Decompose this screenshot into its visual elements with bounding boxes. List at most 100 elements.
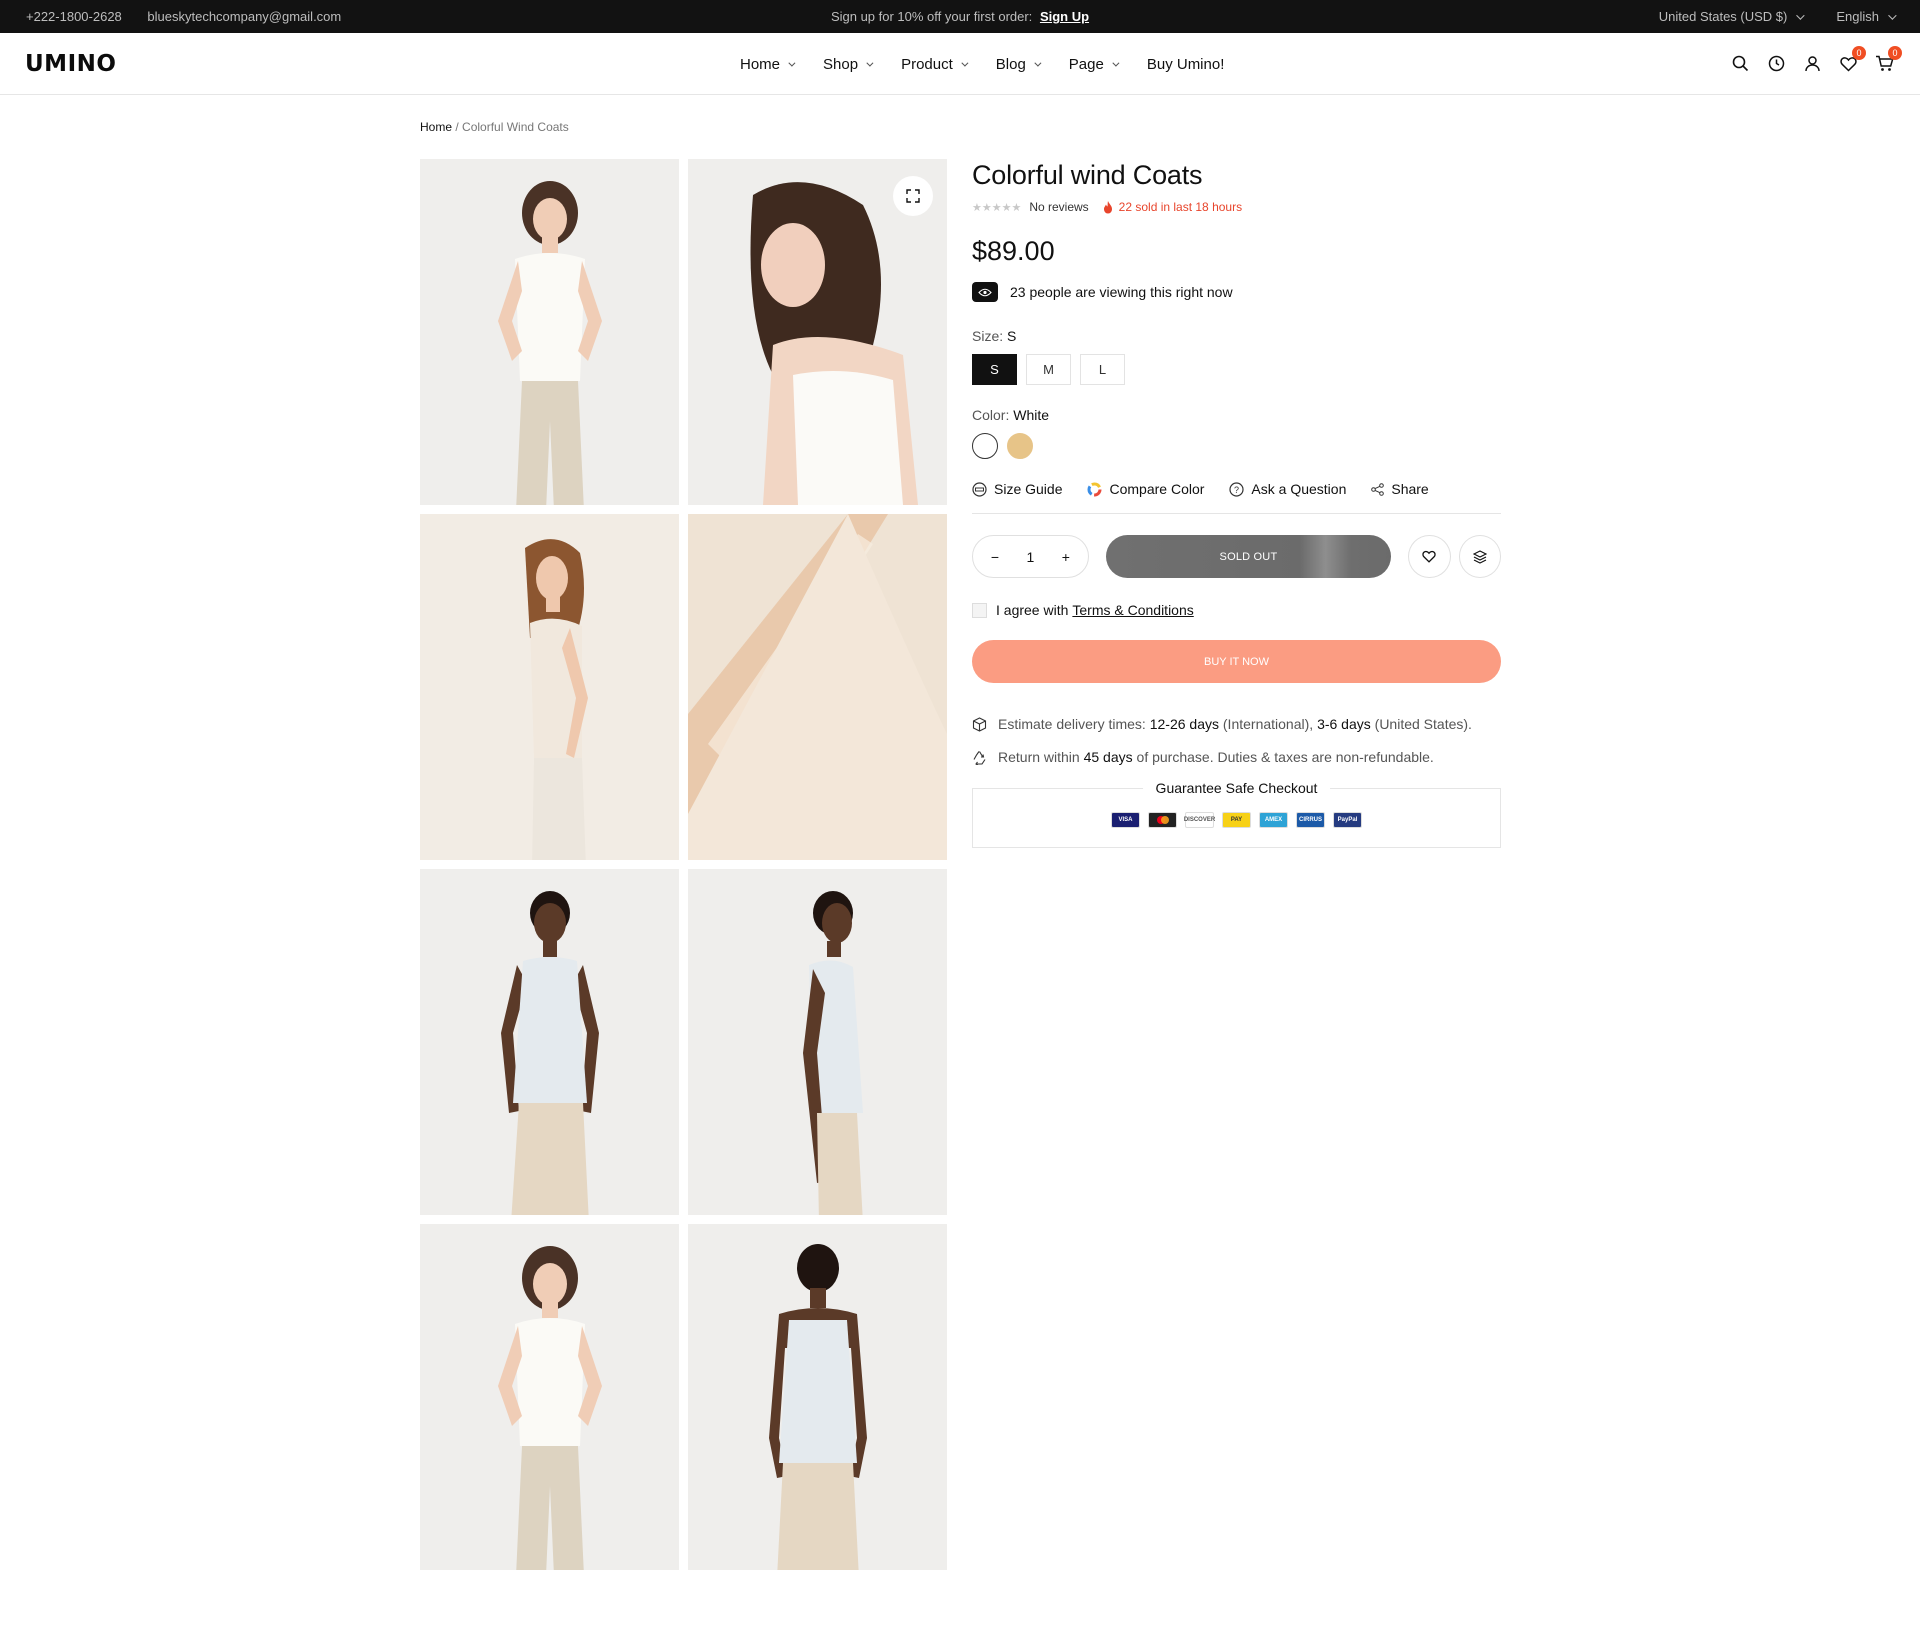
agree-text: I agree with Terms & Conditions xyxy=(996,602,1194,618)
product-image-model-2-front[interactable] xyxy=(420,869,679,1215)
size-guide-label: Size Guide xyxy=(994,481,1063,497)
breadcrumb-current: Colorful Wind Coats xyxy=(462,120,569,134)
product-image-front-alt[interactable] xyxy=(420,1224,679,1570)
product-tools: Size Guide Compare Color ? Ask a Questio… xyxy=(972,481,1501,514)
nav-item-label: Shop xyxy=(823,55,859,73)
add-to-compare-button[interactable] xyxy=(1458,535,1501,578)
compare-color-link[interactable]: Compare Color xyxy=(1087,481,1204,497)
nav-item-label: Product xyxy=(901,55,953,73)
promo-text: Sign up for 10% off your first order: xyxy=(830,9,1033,24)
nav-item-blog[interactable]: Blog xyxy=(995,55,1042,73)
fire-icon xyxy=(1103,200,1112,213)
safe-checkout-label: Guarantee Safe Checkout xyxy=(1142,780,1331,796)
question-icon: ? xyxy=(1229,481,1245,497)
chevron-down-icon xyxy=(788,59,796,67)
product-image-lace-detail[interactable] xyxy=(688,514,947,860)
main-navigation: Home Shop Product Blog Page Buy Umino! xyxy=(740,33,1254,95)
rating-stars-icon[interactable]: ★★★★★ xyxy=(972,201,1021,214)
site-logo[interactable]: UMINO xyxy=(25,51,116,77)
size-option-l[interactable]: L xyxy=(1080,354,1125,385)
nav-item-page[interactable]: Page xyxy=(1068,55,1120,73)
zoom-expand-icon[interactable] xyxy=(893,176,933,216)
account-icon[interactable] xyxy=(1801,53,1823,75)
nav-item-label: Home xyxy=(740,55,781,73)
color-options xyxy=(972,433,1501,459)
wishlist-heart-icon[interactable]: 0 xyxy=(1837,45,1866,75)
terms-checkbox[interactable] xyxy=(972,602,987,618)
currency-label: United States (USD $) xyxy=(1658,9,1788,24)
cart-icon[interactable]: 0 xyxy=(1873,45,1902,75)
add-to-wishlist-button[interactable] xyxy=(1408,535,1451,578)
nav-item-product[interactable]: Product xyxy=(901,55,969,73)
site-header: UMINO Home Shop Product Blog Page Buy Um… xyxy=(0,33,1920,95)
size-guide-link[interactable]: Size Guide xyxy=(972,481,1062,497)
share-icon xyxy=(1371,482,1385,496)
size-selector: Size: S S M L xyxy=(972,328,1501,385)
nav-item-label: Blog xyxy=(995,55,1026,73)
color-swatch-beige[interactable] xyxy=(1007,433,1033,459)
decrease-quantity-button[interactable]: − xyxy=(987,549,1003,565)
share-link[interactable]: Share xyxy=(1371,481,1429,497)
eye-icon xyxy=(972,282,998,302)
nav-item-home[interactable]: Home xyxy=(740,55,796,73)
quantity-stepper: − 1 + xyxy=(972,535,1089,578)
delivery-text: Estimate delivery times: 12-26 days (Int… xyxy=(998,708,1472,741)
chevron-down-icon xyxy=(1796,10,1806,20)
quantity-value[interactable]: 1 xyxy=(1022,549,1038,565)
product-image-side[interactable] xyxy=(420,514,679,860)
reviews-count[interactable]: No reviews xyxy=(1029,200,1088,214)
buy-it-now-button[interactable]: BUY IT NOW xyxy=(972,640,1501,683)
ask-question-label: Ask a Question xyxy=(1251,481,1347,497)
increase-quantity-button[interactable]: + xyxy=(1058,549,1074,565)
color-swatch-white[interactable] xyxy=(972,433,998,459)
chevron-down-icon xyxy=(1888,10,1897,20)
sign-up-link[interactable]: Sign Up xyxy=(1040,9,1089,24)
product-image-back-closeup[interactable] xyxy=(688,159,947,505)
breadcrumb-home-link[interactable]: Home xyxy=(420,120,452,134)
language-selector[interactable]: English xyxy=(1836,9,1897,24)
email-address[interactable]: blueskytechcompany@gmail.com xyxy=(147,9,341,24)
size-option-m[interactable]: M xyxy=(1026,354,1071,385)
search-icon[interactable] xyxy=(1729,53,1751,75)
visa-card-label: VISA xyxy=(1118,817,1133,823)
safe-checkout-box: Guarantee Safe Checkout VISA DISCOVER PA… xyxy=(972,780,1501,848)
product-image-front[interactable] xyxy=(420,159,679,505)
product-image-model-2-back[interactable] xyxy=(688,1224,947,1570)
currency-selector[interactable]: United States (USD $) xyxy=(1658,9,1806,24)
return-prefix: Return within xyxy=(998,749,1080,765)
color-label: Color: White xyxy=(972,407,1501,423)
nav-item-buy-umino[interactable]: Buy Umino! xyxy=(1147,56,1225,73)
wishlist-count-badge: 0 xyxy=(1852,45,1866,60)
share-label: Share xyxy=(1391,481,1429,497)
nav-item-label: Page xyxy=(1068,55,1104,73)
size-option-s[interactable]: S xyxy=(972,354,1017,385)
sold-out-button[interactable]: SOLD OUT xyxy=(1105,535,1392,578)
pay-card-icon: PAY xyxy=(1222,812,1251,828)
product-info: Colorful wind Coats ★★★★★ No reviews 22 … xyxy=(972,160,1501,848)
compare-color-label: Compare Color xyxy=(1109,481,1205,497)
terms-link[interactable]: Terms & Conditions xyxy=(1072,602,1193,618)
phone-number[interactable]: +222-1800-2628 xyxy=(26,9,122,24)
product-gallery xyxy=(420,159,948,1570)
cirrus-card-label: CIRRUS xyxy=(1298,817,1322,823)
delivery-prefix: Estimate delivery times: xyxy=(998,716,1146,732)
heart-icon xyxy=(1422,550,1436,563)
pay-card-label: PAY xyxy=(1230,817,1243,823)
product-image-model-2-side[interactable] xyxy=(688,869,947,1215)
delivery-us-label: (United States). xyxy=(1374,716,1472,732)
visa-card-icon: VISA xyxy=(1111,812,1140,828)
size-selected-value: S xyxy=(1007,328,1017,344)
chevron-down-icon xyxy=(1034,59,1042,67)
return-days: 45 days xyxy=(1083,749,1133,765)
nav-item-shop[interactable]: Shop xyxy=(823,55,874,73)
return-policy: Return within 45 days of purchase. Dutie… xyxy=(972,741,1501,774)
amex-card-icon: AMEX xyxy=(1259,812,1288,828)
ask-question-link[interactable]: ? Ask a Question xyxy=(1229,481,1346,497)
chevron-down-icon xyxy=(866,59,874,67)
delivery-intl-days: 12-26 days xyxy=(1149,716,1219,732)
ruler-icon xyxy=(972,481,987,497)
agree-label: I agree with xyxy=(996,602,1069,618)
recently-viewed-clock-icon[interactable] xyxy=(1765,53,1787,75)
cirrus-card-icon: CIRRUS xyxy=(1296,812,1325,828)
discover-card-label: DISCOVER xyxy=(1183,817,1216,823)
